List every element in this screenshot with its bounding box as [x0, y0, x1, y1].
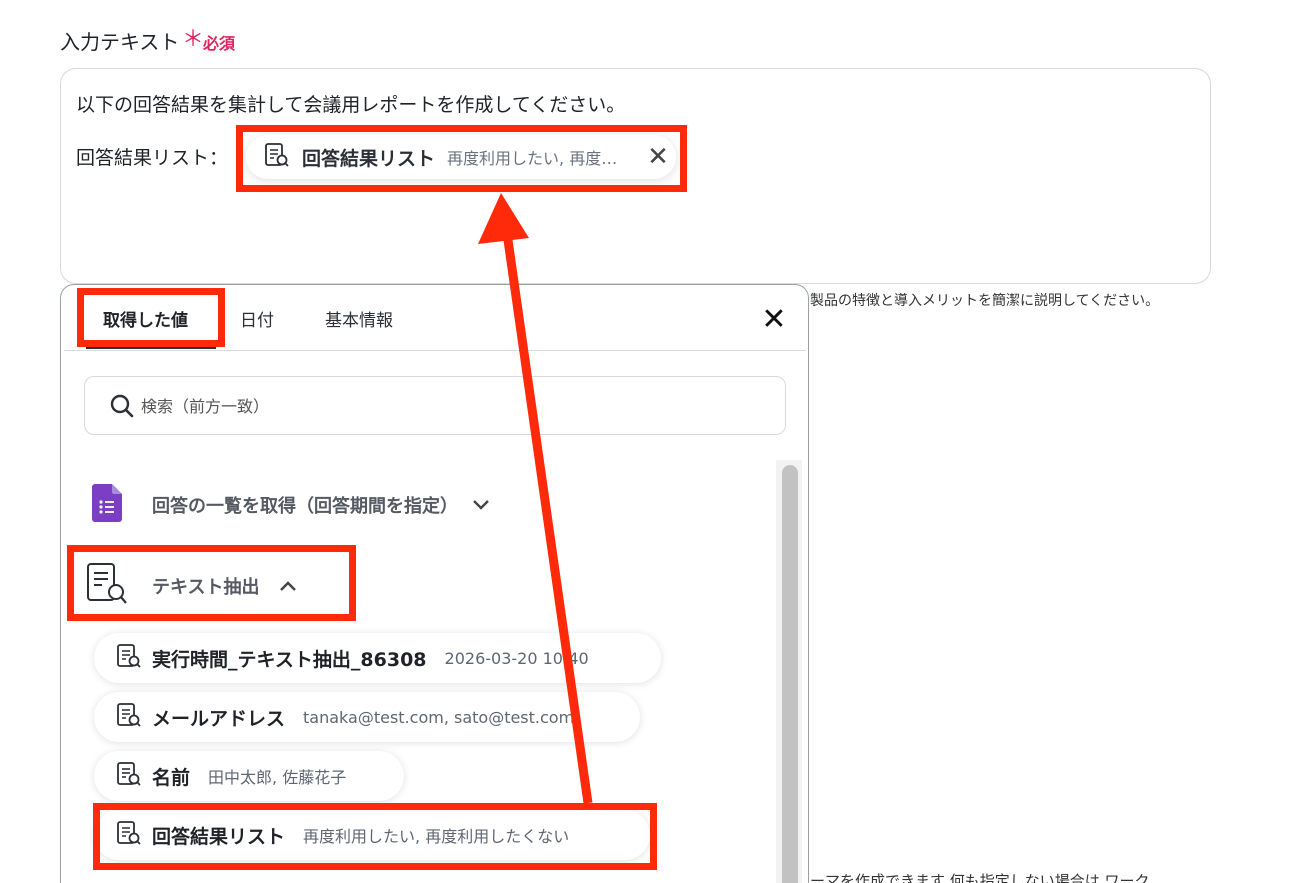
prompt-line-2: 回答結果リスト：	[76, 147, 229, 169]
required-label: 必須	[203, 34, 236, 53]
item-title: 実行時間_テキスト抽出_86308	[152, 648, 427, 671]
chevron-down-icon	[472, 496, 490, 515]
tab-acquired-values[interactable]: 取得した値	[103, 306, 188, 331]
group-forms-list[interactable]: 回答の一覧を取得（回答期間を指定）	[92, 484, 490, 526]
item-title: 名前	[152, 766, 191, 789]
variable-item[interactable]: 名前 田中太郎, 佐藤花子	[94, 751, 404, 801]
required-star: ＊	[182, 27, 205, 52]
variable-item[interactable]: メールアドレス tanaka@test.com, sato@test.com	[94, 692, 640, 742]
chip-close-icon[interactable]: ✕	[644, 143, 672, 171]
item-value: tanaka@test.com, sato@test.com	[303, 707, 575, 727]
hint-text-top: 製品の特徴と導入メリットを簡潔に説明してください。	[810, 293, 1160, 309]
variable-item[interactable]: 実行時間_テキスト抽出_86308 2026-03-20 10:40	[94, 633, 661, 683]
item-value: 2026-03-20 10:40	[444, 648, 589, 668]
group-text-extract[interactable]: テキスト抽出	[86, 562, 297, 610]
chip-preview: 再度利用したい, 再度利用したくない	[447, 149, 622, 168]
tab-basic-info[interactable]: 基本情報	[325, 306, 393, 331]
group-title: 回答の一覧を取得（回答期間を指定）	[152, 496, 458, 517]
text-extract-icon	[116, 702, 142, 732]
scrollbar-thumb[interactable]	[782, 465, 798, 883]
google-forms-icon	[92, 484, 122, 526]
item-title: 回答結果リスト	[152, 825, 286, 848]
hint-text-bottom: ーマを作成できます 何も指定しない場合は ワーク	[810, 872, 1150, 883]
item-title: メールアドレス	[152, 707, 286, 730]
text-extract-icon	[264, 142, 290, 172]
text-extract-icon	[116, 820, 142, 850]
search-box	[84, 376, 786, 435]
variable-item-selected[interactable]: 回答結果リスト 再度利用したい, 再度利用したくない	[94, 810, 650, 860]
search-input[interactable]	[141, 389, 741, 423]
group-title: テキスト抽出	[152, 577, 260, 598]
item-value: 再度利用したい, 再度利用したくない	[303, 827, 570, 846]
panel-close-icon[interactable]: ✕	[760, 305, 788, 335]
prompt-line-1: 以下の回答結果を集計して会議用レポートを作成してください。	[76, 94, 626, 116]
active-tab-indicator	[86, 345, 216, 349]
text-extract-icon	[116, 761, 142, 791]
tab-date[interactable]: 日付	[240, 306, 274, 331]
inserted-variable-chip[interactable]: 回答結果リスト 再度利用したい, 再度利用したくない ✕	[246, 135, 676, 179]
chip-title: 回答結果リスト	[302, 147, 436, 170]
search-icon	[109, 393, 135, 423]
field-label: 入力テキスト	[60, 30, 180, 54]
tab-divider	[64, 350, 806, 351]
text-extract-icon	[86, 562, 128, 610]
item-value: 田中太郎, 佐藤花子	[208, 768, 347, 787]
text-extract-icon	[116, 643, 142, 673]
chevron-up-icon	[279, 577, 297, 596]
